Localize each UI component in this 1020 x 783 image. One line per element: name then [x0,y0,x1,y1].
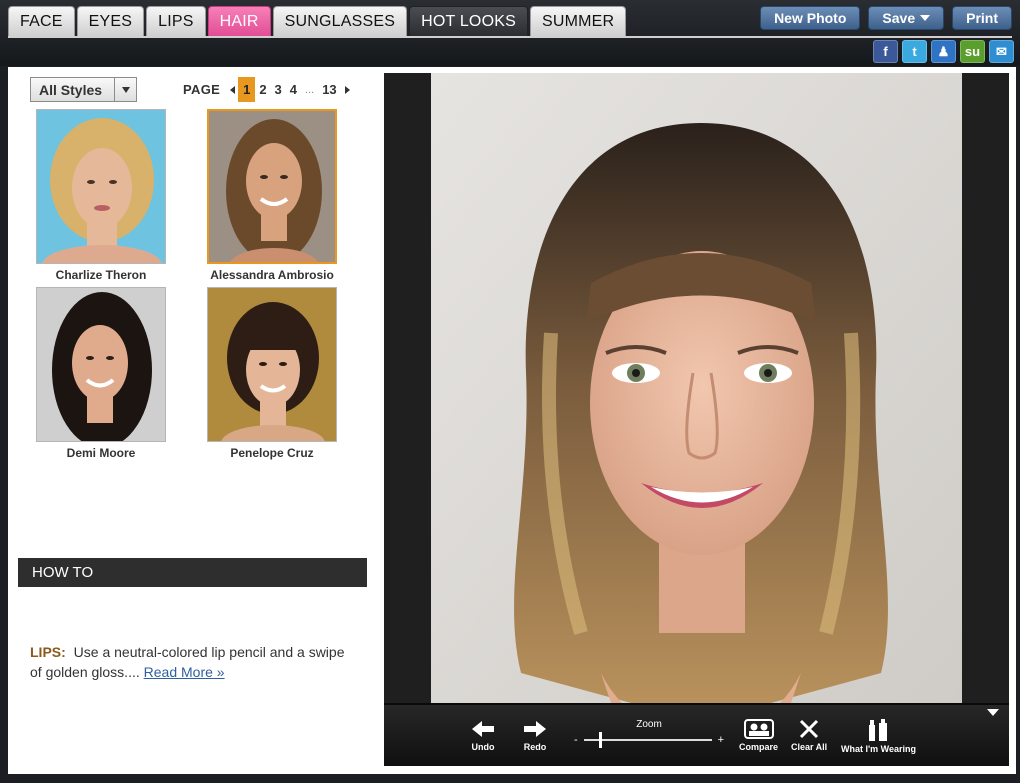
celebrity-name[interactable]: Charlize Theron [36,268,166,282]
zoom-in-button[interactable]: + [718,734,724,746]
zoom-slider[interactable] [583,732,712,748]
tip-category: LIPS: [30,644,66,660]
celebrity-card-charlize-theron[interactable]: Charlize Theron [36,109,166,282]
facebook-icon[interactable]: f [873,40,898,63]
redo-button[interactable]: Redo [522,719,548,752]
collapse-toolbar-icon[interactable] [987,709,999,716]
twitter-icon[interactable]: t [902,40,927,63]
clear-x-icon [800,719,819,739]
tab-sunglasses[interactable]: SUNGLASSES [272,6,408,36]
undo-button[interactable]: Undo [470,719,496,752]
tab-lips[interactable]: LIPS [146,6,206,36]
redo-label: Redo [523,742,547,752]
myspace-icon[interactable]: ♟ [931,40,956,63]
stumbleupon-icon[interactable]: su [960,40,985,63]
zoom-label: Zoom [636,719,662,730]
page-last[interactable]: 13 [318,82,340,97]
makeover-stage-frame: Undo Redo Zoom - + Compare Clear All Wha… [377,67,1016,774]
tab-face[interactable]: FACE [8,6,75,36]
page-4[interactable]: 4 [286,82,301,97]
zoom-out-button[interactable]: - [574,734,578,746]
clear-all-label: Clear All [791,742,828,752]
compare-button[interactable]: Compare [739,719,778,752]
celebrity-photo[interactable] [207,287,337,442]
email-icon[interactable]: ✉ [989,40,1014,63]
pagination-ellipsis: ... [305,83,315,96]
celebrity-card-demi-moore[interactable]: Demi Moore [36,287,166,460]
print-button[interactable]: Print [952,6,1012,30]
zoom-control: Zoom - + [574,719,724,748]
redo-arrow-icon [524,721,546,737]
chevron-down-icon [121,86,130,93]
print-label: Print [966,10,998,26]
new-photo-label: New Photo [774,10,847,26]
celebrity-photo[interactable] [207,109,337,264]
makeover-stage: Undo Redo Zoom - + Compare Clear All Wha… [384,73,1009,766]
compare-icon [743,719,774,739]
social-share-bar: f t ♟ su ✉ [873,40,1014,63]
style-filter-select[interactable]: All Styles [30,77,137,102]
new-photo-button[interactable]: New Photo [760,6,861,30]
next-page-icon[interactable] [344,85,350,94]
editor-toolbar: Undo Redo Zoom - + Compare Clear All Wha… [384,703,1009,766]
celebrity-card-alessandra-ambrosio[interactable]: Alessandra Ambrosio [207,109,337,282]
pagination: PAGE 1 2 3 4 ... 13 [183,77,350,102]
undo-arrow-icon [472,721,494,737]
action-buttons: New Photo Save Print [760,6,1012,30]
read-more-link[interactable]: Read More » [144,664,225,680]
tab-hot-looks[interactable]: HOT LOOKS [409,6,528,36]
style-filter-value: All Styles [39,81,103,98]
compare-label: Compare [739,742,779,752]
tabs-divider [8,36,1012,38]
top-bar: FACE EYES LIPS HAIR SUNGLASSES HOT LOOKS… [0,0,1020,66]
page-1[interactable]: 1 [238,77,256,102]
pagination-label: PAGE [183,82,221,97]
prev-page-icon[interactable] [230,85,236,94]
how-to-tip: LIPS: Use a neutral-colored lip pencil a… [30,642,360,682]
save-button[interactable]: Save [868,6,945,30]
styles-panel: All Styles PAGE 1 2 3 4 ... 13 Charlize … [8,67,377,774]
celebrity-name[interactable]: Alessandra Ambrosio [207,268,337,282]
cosmetics-icon [869,719,888,741]
celebrity-name[interactable]: Demi Moore [36,446,166,460]
clear-all-button[interactable]: Clear All [791,719,827,752]
tab-eyes[interactable]: EYES [76,6,145,36]
celebrity-name[interactable]: Penelope Cruz [207,446,337,460]
makeover-photo[interactable] [431,73,962,703]
what-im-wearing-button[interactable]: What I'm Wearing [841,719,916,754]
zoom-slider-thumb[interactable] [599,732,603,748]
category-tabs: FACE EYES LIPS HAIR SUNGLASSES HOT LOOKS… [8,6,627,36]
page-3[interactable]: 3 [271,82,286,97]
celebrity-photo[interactable] [36,287,166,442]
select-arrow[interactable] [114,78,136,101]
chevron-down-icon [920,15,931,21]
undo-label: Undo [471,742,495,752]
tab-hair[interactable]: HAIR [207,6,271,36]
what-im-wearing-label: What I'm Wearing [841,744,916,754]
how-to-header: HOW TO [18,558,367,587]
celebrity-card-penelope-cruz[interactable]: Penelope Cruz [207,287,337,460]
save-label: Save [882,10,916,26]
celebrity-photo[interactable] [36,109,166,264]
tab-summer[interactable]: SUMMER [529,6,627,36]
page-2[interactable]: 2 [255,82,270,97]
